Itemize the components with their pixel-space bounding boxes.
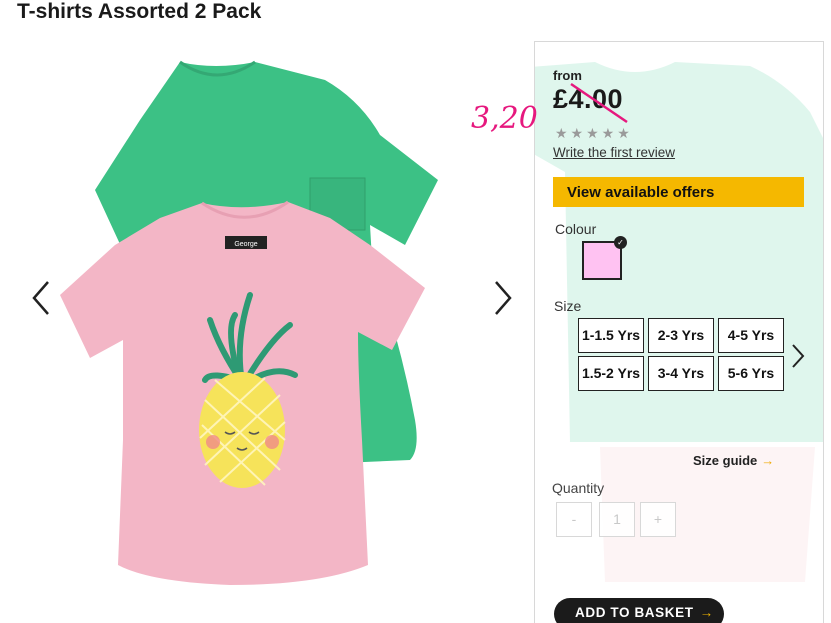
view-offers-button[interactable]: View available offers [553,177,804,207]
colour-swatch-pink[interactable]: ✓ [582,236,627,280]
chevron-right-icon [495,281,512,315]
quantity-decrease-button[interactable]: - [556,502,592,537]
chevron-right-icon [792,344,805,368]
chevron-left-icon [32,281,49,315]
quantity-input[interactable]: 1 [599,502,635,537]
add-to-basket-label: ADD TO BASKET [575,605,694,620]
size-guide-link[interactable]: Size guide → [693,453,774,468]
handwritten-price-annotation: 3,20 [471,101,538,136]
write-review-link[interactable]: Write the first review [553,145,675,160]
check-icon: ✓ [614,236,627,249]
product-title: T-shirts Assorted 2 Pack [17,0,262,23]
quantity-label: Quantity [552,480,605,496]
size-label: Size [554,298,582,314]
add-to-basket-button[interactable]: ADD TO BASKET → [554,598,724,623]
rating-stars: ★★★★★ [555,125,633,141]
price-strikethrough-annotation [570,82,628,124]
brand-label: George [234,241,257,248]
gallery-prev-button[interactable] [28,278,56,318]
product-image-gallery: George [20,40,520,600]
arrow-right-icon: → [761,453,775,468]
quantity-increase-button[interactable]: + [640,502,676,537]
size-option[interactable]: 1-1.5 Yrs [578,318,644,353]
size-guide-label: Size guide [693,453,758,468]
colour-label: Colour [555,221,597,237]
size-option[interactable]: 1.5-2 Yrs [578,356,644,391]
size-option[interactable]: 2-3 Yrs [648,318,714,353]
size-option[interactable]: 4-5 Yrs [718,318,784,353]
product-image: George [60,60,438,585]
purchase-panel: from £4.00 ★★★★★ Write the first review … [534,41,824,623]
arrow-right-icon: → [699,605,714,620]
size-option[interactable]: 3-4 Yrs [648,356,714,391]
size-options: 1-1.5 Yrs 2-3 Yrs 4-5 Yrs 1.5-2 Yrs 3-4 … [578,318,787,398]
gallery-next-button[interactable] [488,278,516,318]
sizes-next-button[interactable] [790,342,806,370]
size-option[interactable]: 5-6 Yrs [718,356,784,391]
